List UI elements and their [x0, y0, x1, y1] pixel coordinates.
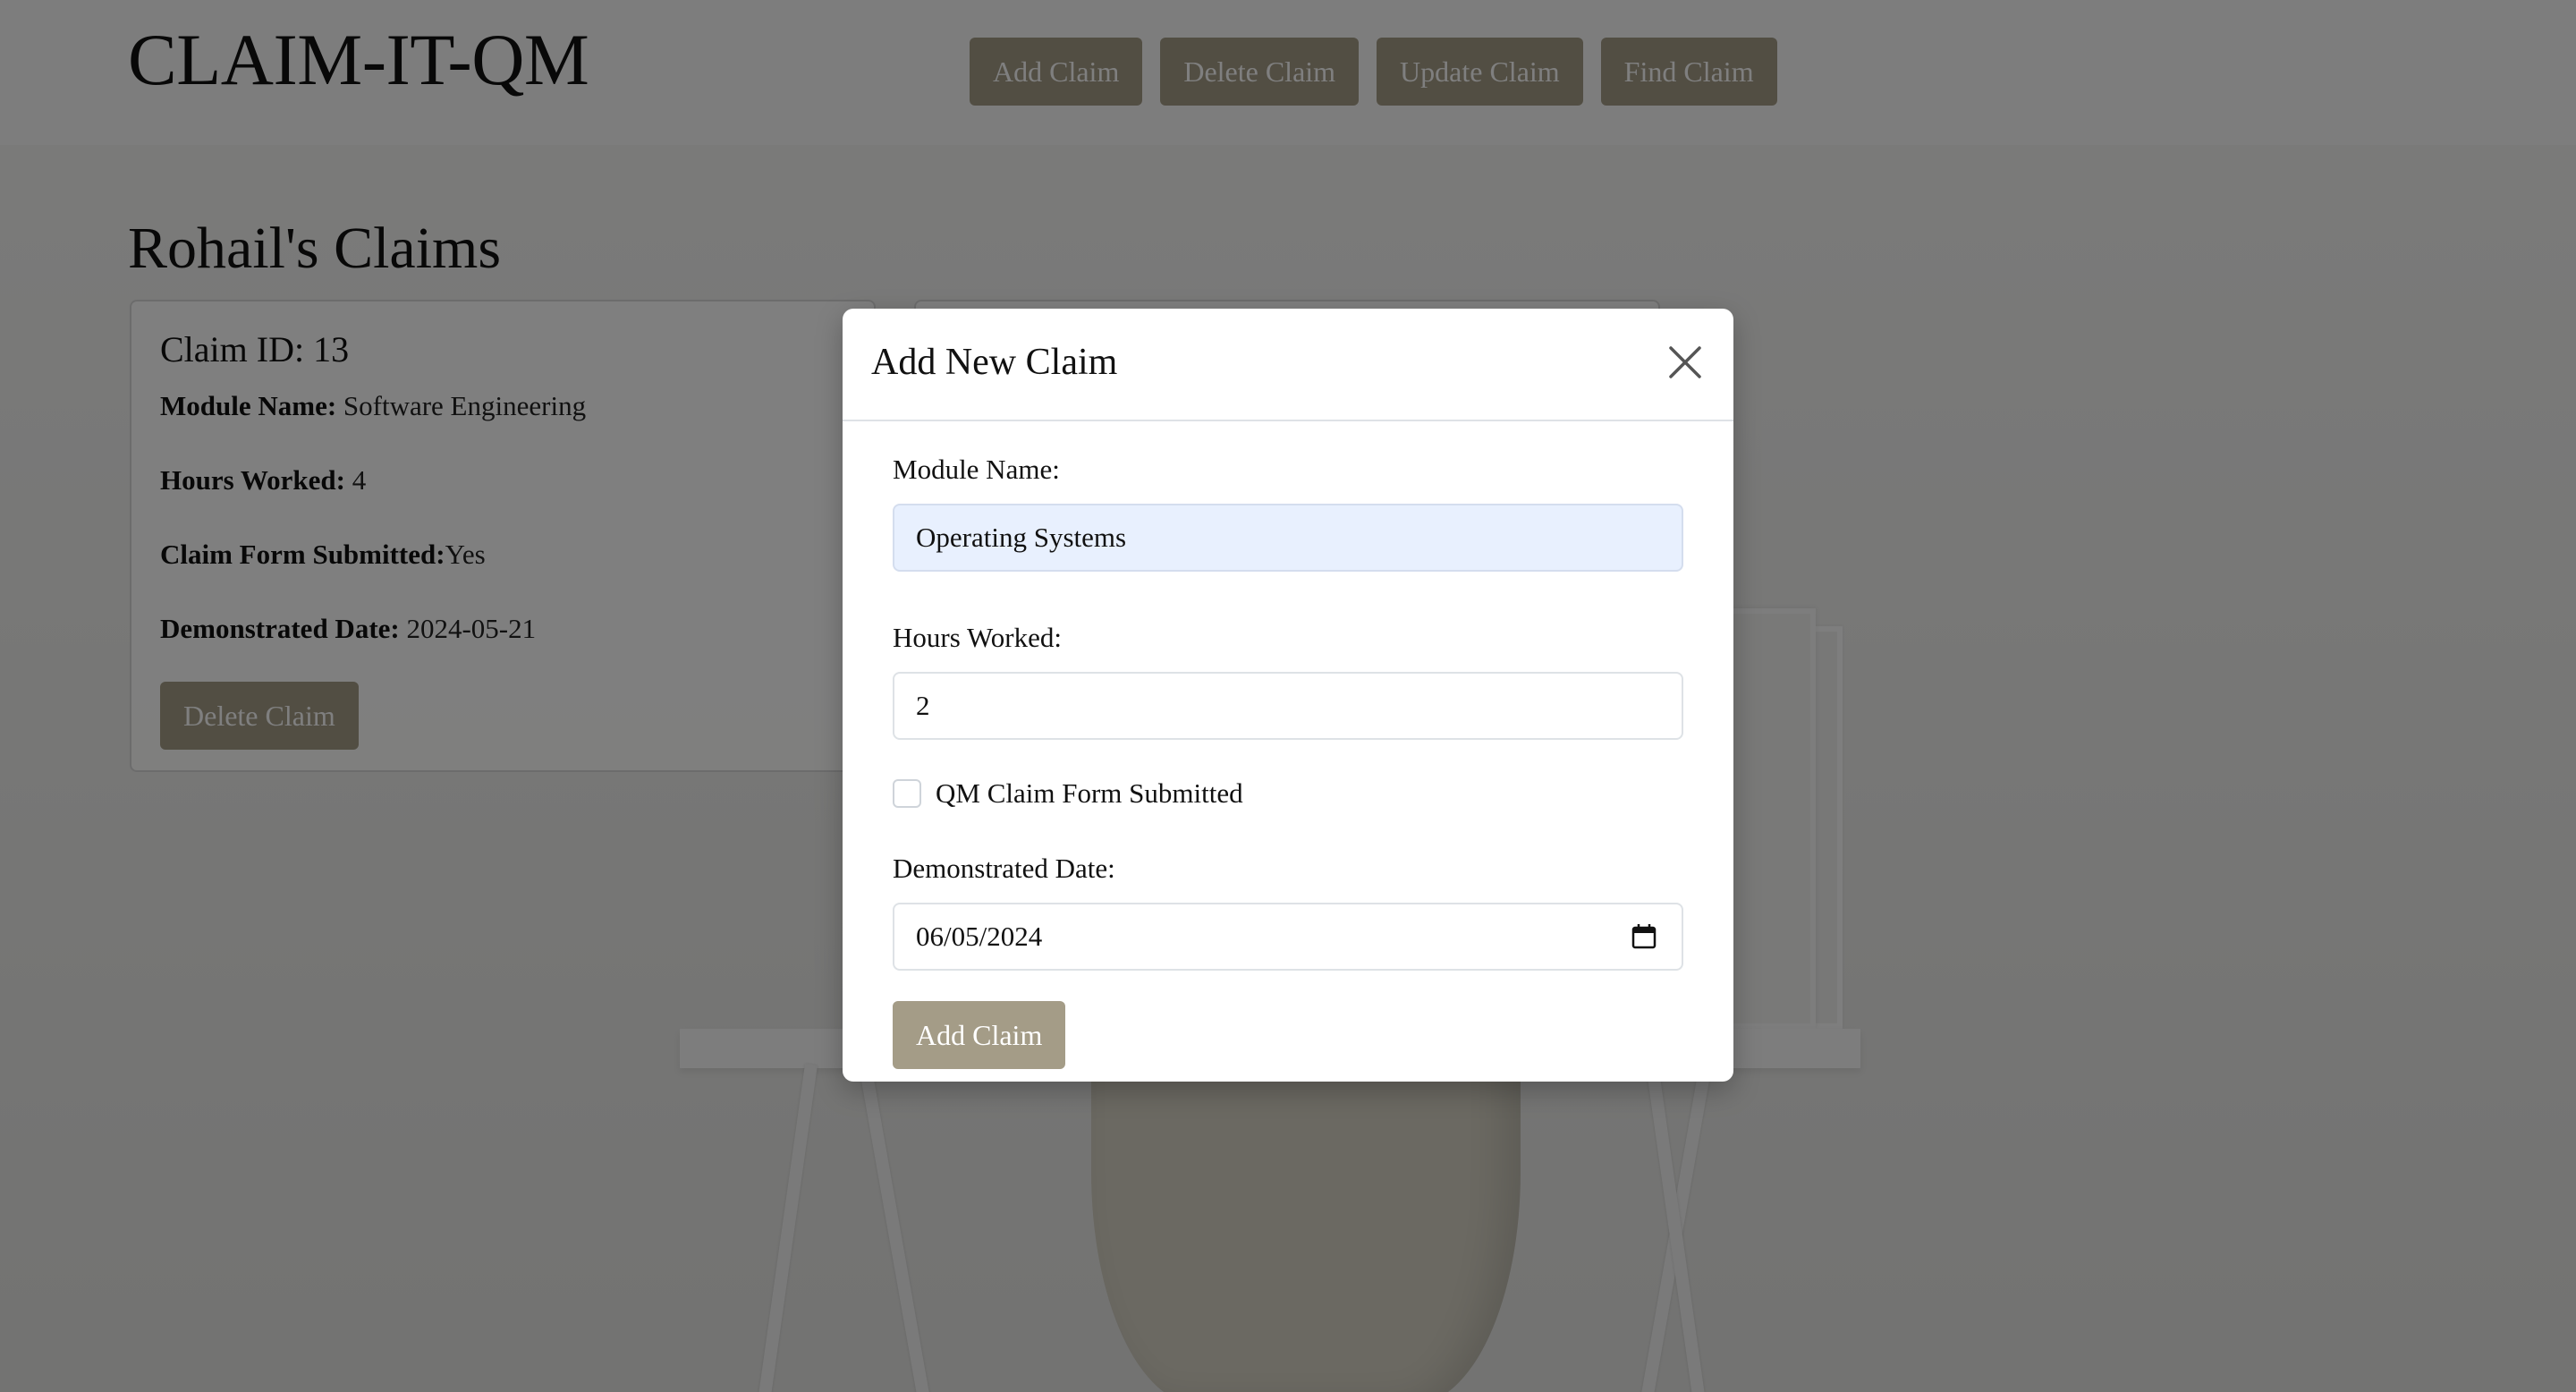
modal-header: Add New Claim — [843, 309, 1733, 421]
module-name-input[interactable] — [893, 504, 1683, 572]
hours-worked-input[interactable] — [893, 672, 1683, 740]
module-name-label: Module Name: — [893, 454, 1060, 485]
claim-form-submitted-label: QM Claim Form Submitted — [936, 777, 1243, 809]
hours-worked-label: Hours Worked: — [893, 622, 1062, 653]
add-claim-modal: Add New Claim Module Name: Hours Worked:… — [843, 309, 1733, 1082]
add-claim-submit-button[interactable]: Add Claim — [893, 1001, 1066, 1069]
demonstrated-date-label: Demonstrated Date: — [893, 853, 1115, 884]
modal-body: Module Name: Hours Worked: QM Claim Form… — [843, 421, 1733, 1069]
modal-close-button[interactable] — [1658, 335, 1712, 389]
demonstrated-date-field — [893, 903, 1683, 971]
claim-form-submitted-checkbox[interactable] — [893, 779, 921, 808]
calendar-icon[interactable] — [1630, 922, 1658, 951]
claim-form-submitted-row: QM Claim Form Submitted — [893, 777, 1683, 810]
close-icon — [1669, 346, 1701, 378]
modal-title: Add New Claim — [871, 342, 1118, 383]
demonstrated-date-input[interactable] — [893, 903, 1683, 971]
